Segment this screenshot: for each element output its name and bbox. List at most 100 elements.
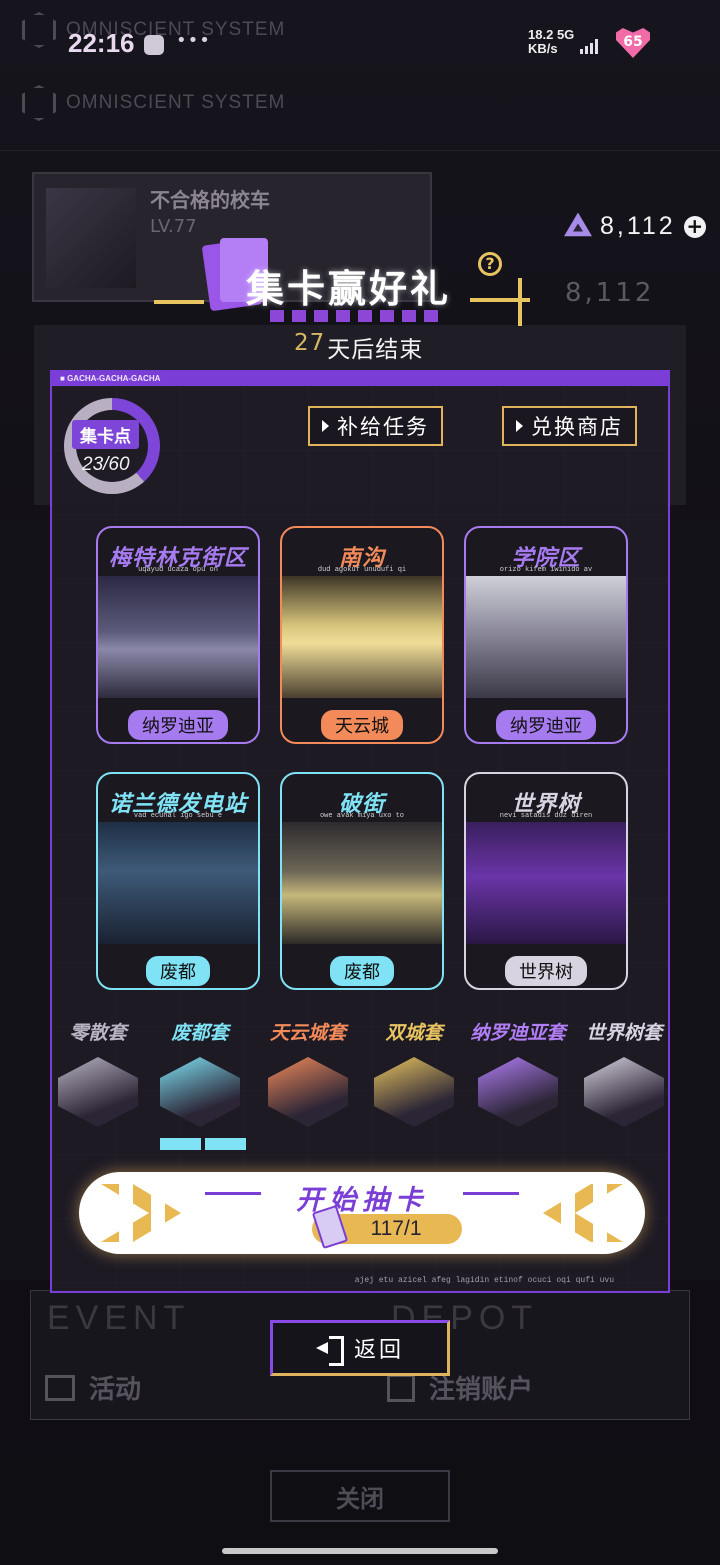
set-name: 双城套 — [385, 1022, 443, 1044]
exchange-shop-button[interactable]: 兑换商店 — [502, 406, 637, 446]
battery-level: 65 — [623, 34, 643, 50]
start-draw-label: 开始抽卡 — [296, 1185, 428, 1216]
district-region-tag: 世界树 — [505, 956, 587, 986]
activity-label: 活动 — [89, 1375, 142, 1405]
logout-icon — [387, 1373, 415, 1402]
set-name: 世界树套 — [585, 1022, 662, 1044]
net-type: 5G — [556, 27, 575, 42]
currency-value: 8,112 — [600, 212, 676, 240]
district-image — [466, 822, 626, 944]
event-label: EVENT — [47, 1299, 191, 1337]
decor-line — [154, 300, 204, 304]
set-name: 天云城套 — [269, 1022, 346, 1044]
district-image — [98, 822, 258, 944]
district-subtitle: vad ecuhal igo sebu e — [133, 812, 223, 820]
plus-circle-icon[interactable]: + — [683, 215, 706, 238]
event-banner: 集卡赢好礼 ? 27 天后结束 — [150, 238, 570, 368]
back-button[interactable]: 返回 — [270, 1320, 450, 1376]
back-label: 返回 — [353, 1338, 404, 1363]
district-region-tag: 纳罗迪亚 — [128, 710, 228, 740]
scatter-set-icon — [58, 1057, 138, 1127]
district-subtitle: owe avak miya uxo to — [319, 812, 404, 820]
world-tree-set-icon — [584, 1057, 664, 1127]
district-region-tag: 废都 — [146, 956, 210, 986]
app-notification-icon — [144, 35, 164, 55]
district-image — [282, 822, 442, 944]
ruin-city-set-icon — [160, 1057, 240, 1127]
district-subtitle: dud agokuf unudufi qi — [317, 566, 407, 574]
net-speed-unit: KB/s — [528, 41, 558, 56]
twin-city-set-icon — [374, 1057, 454, 1127]
exit-arrow-icon — [315, 1336, 344, 1366]
district-card[interactable]: 世界树 nevi satadis duz diren 世界树 — [464, 772, 628, 990]
net-speed-value: 18.2 — [528, 27, 554, 42]
activity-entry: 活动 — [45, 1369, 141, 1406]
card-set-tab[interactable]: 纳罗迪亚套 — [466, 1018, 570, 1127]
system-logo-icon — [22, 85, 56, 121]
points-value: 23/60 — [82, 454, 130, 475]
supply-task-label: 补给任务 — [337, 415, 429, 439]
panel-header-text: GACHA-GACHA-GACHA — [67, 374, 161, 383]
district-card[interactable]: 梅特林克街区 uqayud ucaza opu on 纳罗迪亚 — [96, 526, 260, 744]
avatar — [46, 188, 136, 288]
question-icon[interactable]: ? — [478, 252, 502, 276]
currency-display: 8,112 + — [564, 212, 706, 241]
exchange-shop-label: 兑换商店 — [531, 415, 623, 439]
home-indicator[interactable] — [222, 1548, 498, 1554]
card-points-ring: 集卡点 23/60 — [64, 398, 160, 494]
district-image — [98, 576, 258, 698]
district-subtitle: nevi satadis duz diren — [499, 812, 593, 820]
signal-icon — [580, 38, 602, 54]
set-selection-indicator — [160, 1138, 246, 1150]
countdown-suffix: 天后结束 — [327, 337, 424, 363]
district-region-tag: 天云城 — [321, 710, 403, 740]
district-card[interactable]: 破街 owe avak miya uxo to 废都 — [280, 772, 444, 990]
panel-header: ■ GACHA-GACHA-GACHA — [52, 372, 668, 386]
district-subtitle: orizo kifem iwinido av — [499, 566, 593, 574]
background-logo: OMNISCIENT SYSTEM — [22, 85, 285, 121]
background-logo-text: OMNISCIENT SYSTEM — [66, 92, 286, 113]
diamond-gem-icon — [564, 213, 592, 241]
supply-task-button[interactable]: 补给任务 — [308, 406, 443, 446]
decor-line — [518, 278, 522, 326]
background-currency: 8,112 — [565, 278, 654, 308]
set-name: 纳罗迪亚套 — [470, 1022, 566, 1044]
narodia-set-icon — [478, 1057, 558, 1127]
card-set-tab[interactable]: 废都套 — [148, 1018, 252, 1127]
start-draw-button[interactable]: 开始抽卡 117/1 — [79, 1172, 645, 1254]
district-image — [466, 576, 626, 698]
more-notifications-icon: ••• — [176, 30, 211, 51]
battery-icon: 65 — [616, 28, 650, 58]
panel-footnote: ajej etu azicel afeg lagidin etinof ocuc… — [354, 1276, 614, 1285]
district-card[interactable]: 诺兰德发电站 vad ecuhal igo sebu e 废都 — [96, 772, 260, 990]
decor-zigzag — [270, 310, 446, 322]
background-close-button: 关闭 — [270, 1470, 450, 1522]
card-set-tab[interactable]: 双城套 — [362, 1018, 466, 1127]
play-triangle-icon — [322, 420, 329, 432]
card-set-tab[interactable]: 天云城套 — [256, 1018, 360, 1127]
district-region-tag: 废都 — [330, 956, 394, 986]
set-name: 废都套 — [171, 1022, 229, 1044]
close-label: 关闭 — [336, 1484, 384, 1513]
gacha-panel: ■ GACHA-GACHA-GACHA 集卡点 23/60 补给任务 兑换商店 … — [50, 370, 670, 1293]
district-subtitle: uqayud ucaza opu on — [138, 566, 218, 574]
district-card[interactable]: 南沟 dud agokuf unudufi qi 天云城 — [280, 526, 444, 744]
network-speed: 18.2 5G KB/s — [528, 28, 574, 56]
status-bar: 22:16 ••• 18.2 5G KB/s 65 — [0, 0, 720, 62]
background-currency-value: 8,112 — [565, 278, 655, 308]
profile-level: LV.77 — [150, 216, 197, 237]
district-card[interactable]: 学院区 orizo kifem iwinido av 纳罗迪亚 — [464, 526, 628, 744]
points-label: 集卡点 — [72, 420, 139, 449]
countdown-days: 27 — [294, 330, 326, 356]
card-set-tab[interactable]: 世界树套 — [572, 1018, 676, 1127]
clock: 22:16 — [68, 28, 135, 58]
set-name: 零散套 — [69, 1022, 127, 1044]
event-title: 集卡赢好礼 — [246, 267, 452, 311]
play-triangle-icon — [516, 420, 523, 432]
list-icon — [45, 1374, 75, 1401]
sky-city-set-icon — [268, 1057, 348, 1127]
district-image — [282, 576, 442, 698]
district-region-tag: 纳罗迪亚 — [496, 710, 596, 740]
event-countdown: 27 天后结束 — [294, 330, 423, 364]
card-set-tab[interactable]: 零散套 — [46, 1018, 150, 1127]
